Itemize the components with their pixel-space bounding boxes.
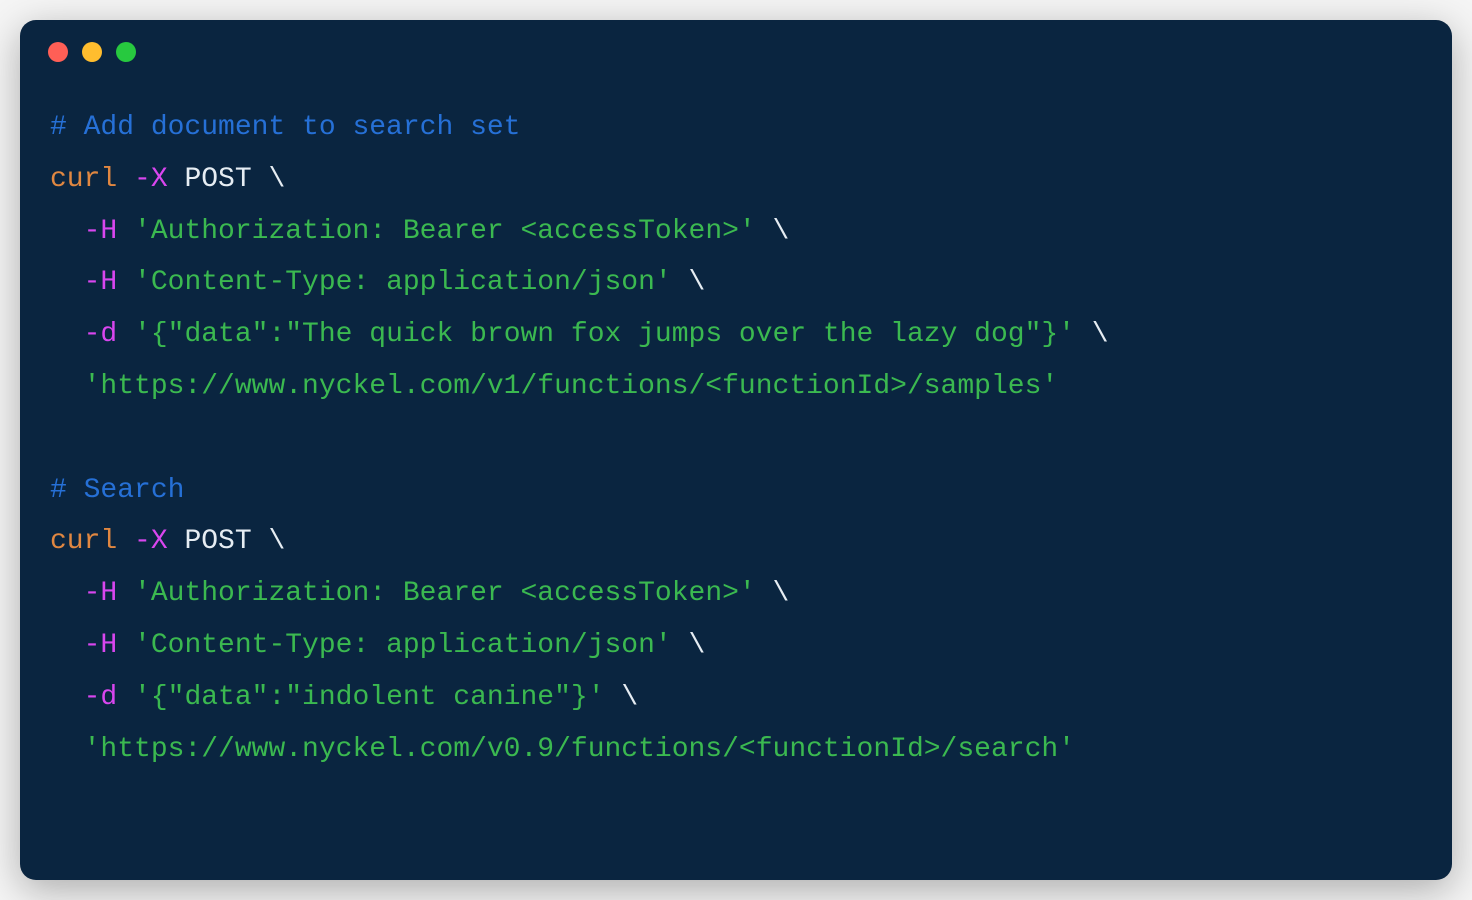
- code-command: curl: [50, 526, 117, 557]
- code-flag: -d: [84, 319, 118, 350]
- terminal-window: # Add document to search set curl -X POS…: [20, 20, 1452, 880]
- code-string: 'Content-Type: application/json': [134, 267, 672, 298]
- code-string: 'https://www.nyckel.com/v1/functions/<fu…: [84, 371, 1059, 402]
- close-icon[interactable]: [48, 42, 68, 62]
- code-string: '{"data":"indolent canine"}': [134, 682, 604, 713]
- code-flag: -H: [84, 578, 118, 609]
- code-string: '{"data":"The quick brown fox jumps over…: [134, 319, 1075, 350]
- code-line-continuation: \: [268, 526, 285, 557]
- code-line-continuation: \: [773, 578, 790, 609]
- code-string: 'Authorization: Bearer <accessToken>': [134, 216, 756, 247]
- code-line-continuation: \: [268, 164, 285, 195]
- code-flag: -H: [84, 630, 118, 661]
- code-flag: -H: [84, 267, 118, 298]
- code-method: POST: [184, 164, 251, 195]
- code-line-continuation: \: [773, 216, 790, 247]
- code-flag: -d: [84, 682, 118, 713]
- code-method: POST: [184, 526, 251, 557]
- code-flag: -H: [84, 216, 118, 247]
- code-line-continuation: \: [689, 630, 706, 661]
- code-string: 'https://www.nyckel.com/v0.9/functions/<…: [84, 734, 1075, 765]
- code-comment: # Search: [50, 475, 184, 506]
- code-line-continuation: \: [621, 682, 638, 713]
- window-titlebar: [20, 20, 1452, 74]
- code-command: curl: [50, 164, 117, 195]
- code-block[interactable]: # Add document to search set curl -X POS…: [20, 74, 1452, 880]
- minimize-icon[interactable]: [82, 42, 102, 62]
- code-flag: -X: [134, 526, 168, 557]
- maximize-icon[interactable]: [116, 42, 136, 62]
- code-line-continuation: \: [1092, 319, 1109, 350]
- code-string: 'Authorization: Bearer <accessToken>': [134, 578, 756, 609]
- code-flag: -X: [134, 164, 168, 195]
- code-string: 'Content-Type: application/json': [134, 630, 672, 661]
- code-comment: # Add document to search set: [50, 112, 520, 143]
- code-line-continuation: \: [689, 267, 706, 298]
